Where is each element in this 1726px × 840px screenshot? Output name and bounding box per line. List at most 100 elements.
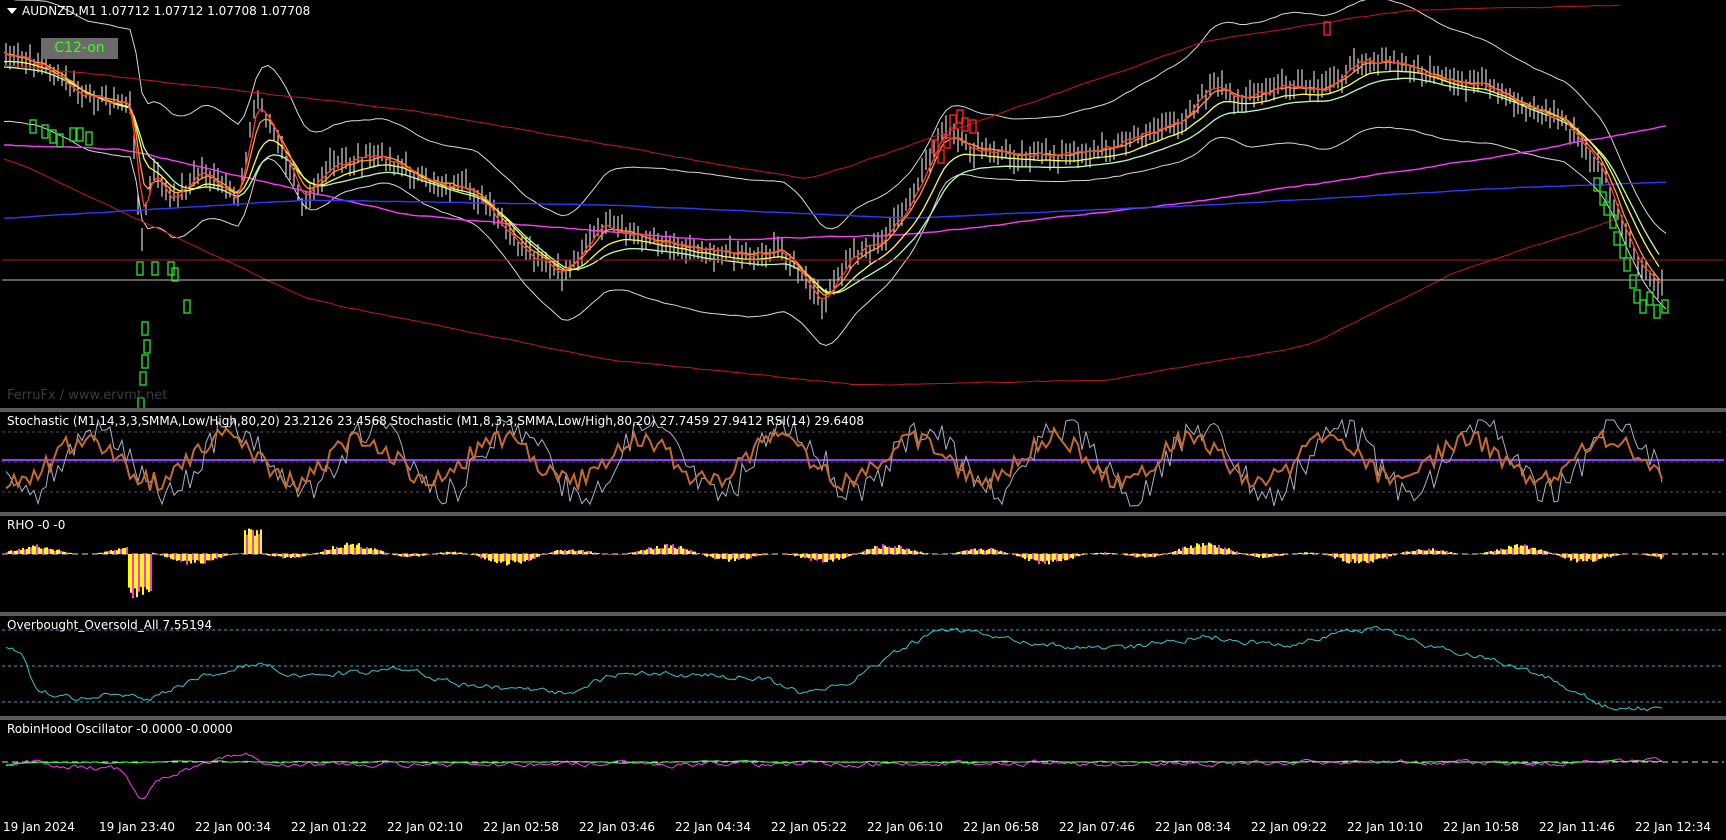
rho-histogram-bar [352, 543, 354, 554]
rho-histogram-bar [714, 554, 716, 560]
chart-menu-arrow-icon[interactable] [7, 8, 17, 14]
rho-histogram-bar [320, 552, 322, 554]
rho-histogram-bar [1200, 546, 1202, 554]
time-axis-tick: 22 Jan 01:22 [291, 820, 367, 834]
rho-histogram-bar [1406, 551, 1408, 554]
rho-histogram-bar [982, 549, 984, 554]
rho-histogram-bar [1266, 554, 1268, 558]
rho-histogram-bar [298, 554, 300, 558]
rho-histogram-bar [1240, 553, 1242, 554]
rho-histogram-bar [1260, 554, 1262, 557]
rho-histogram-bar [836, 554, 838, 559]
buy-signal-marker [1629, 274, 1637, 289]
rho-histogram-bar [986, 550, 988, 554]
rho-histogram-bar [416, 554, 418, 556]
price-chart-pane[interactable]: AUDNZD,M1 1.07712 1.07712 1.07708 1.0770… [2, 0, 1724, 408]
rho-histogram-bar [1082, 554, 1084, 555]
overbought-oversold-pane[interactable]: Overbought_Oversold_All 7.55194 [2, 616, 1724, 716]
rho-histogram-bar [442, 552, 444, 554]
rho-histogram-bar [1042, 554, 1044, 562]
rho-histogram-bar [1098, 553, 1100, 554]
rho-histogram-bar [106, 551, 108, 554]
rho-histogram-bar [1386, 554, 1388, 560]
time-axis-tick: 22 Jan 06:10 [867, 820, 943, 834]
rho-histogram-bar [1224, 547, 1226, 554]
rho-histogram-bar [1350, 554, 1352, 563]
rho-histogram-bar [1032, 554, 1034, 560]
rho-histogram-bar [1126, 554, 1128, 556]
rho-histogram-bar [50, 549, 52, 554]
rho-histogram-bar [22, 547, 24, 554]
rho-histogram-bar [16, 550, 18, 554]
rho-histogram-bar [1566, 554, 1568, 558]
rho-histogram-bar [58, 549, 60, 554]
robinhood-oscillator-pane[interactable]: RobinHood Oscillator -0.0000 -0.0000 [2, 720, 1724, 812]
rho-histogram-bar [482, 554, 484, 558]
rho-histogram-bar [378, 550, 380, 554]
rho-histogram-bar [1336, 554, 1338, 558]
rho-histogram-bar [1614, 554, 1616, 557]
rho-histogram-bar [892, 548, 894, 554]
rho-histogram-bar [924, 553, 926, 554]
rho-histogram-bar [1504, 549, 1506, 554]
rho-histogram-bar [652, 549, 654, 554]
rho-histogram-bar [102, 552, 104, 554]
rho-histogram-bar [1522, 545, 1524, 554]
rho-histogram-bar [522, 554, 524, 561]
rho-histogram-bar [1026, 554, 1028, 558]
rho-histogram-bar [1256, 554, 1258, 558]
rho-histogram-bar [318, 552, 320, 554]
rho-histogram-bar [502, 554, 504, 562]
rho-histogram-bar [1060, 554, 1062, 562]
rho-histogram-bar [1616, 554, 1618, 556]
rho-histogram-bar [966, 550, 968, 554]
rho-pane[interactable]: RHO -0 -0 [2, 516, 1724, 612]
rho-histogram-bar [954, 552, 956, 554]
rho-histogram-bar [746, 554, 748, 560]
rho-histogram-bar [518, 554, 520, 563]
rho-histogram-bar [1310, 552, 1312, 554]
rho-histogram-bar [1234, 552, 1236, 554]
rho-histogram-bar [1328, 554, 1330, 556]
rho-histogram-bar [24, 549, 26, 554]
rho-histogram-bar [1262, 554, 1264, 559]
rho-histogram-bar [1486, 551, 1488, 554]
rho-histogram-bar [666, 543, 668, 554]
rho-histogram-bar [922, 552, 924, 554]
rho-histogram-bar [1150, 554, 1152, 557]
rho-histogram-bar [1508, 545, 1510, 554]
rho-histogram-bar [910, 550, 912, 554]
rho-histogram-bar [800, 554, 802, 558]
rho-histogram-bar [1540, 549, 1542, 554]
rho-histogram-bar [350, 544, 352, 554]
stochastic-pane[interactable]: Stochastic (M1,14,3,3,SMMA,Low/High,80,2… [2, 412, 1724, 512]
rho-histogram-bar [538, 554, 540, 557]
rho-histogram-bar [876, 546, 878, 554]
rho-histogram-bar [898, 545, 900, 554]
rho-histogram-bar [250, 529, 252, 554]
rho-histogram-bar [30, 547, 32, 554]
rho-histogram-bar [1564, 554, 1566, 559]
rho-histogram-bar [814, 554, 816, 560]
rho-histogram-bar [914, 550, 916, 554]
rho-histogram-bar [708, 554, 710, 557]
rho-histogram-bar [354, 547, 356, 554]
rho-histogram-bar [554, 550, 556, 554]
rho-histogram-bar [894, 546, 896, 554]
rho-histogram-bar [1484, 552, 1486, 554]
rho-histogram-bar [1432, 548, 1434, 554]
rho-histogram-bar [1576, 554, 1578, 563]
rho-histogram-bar [862, 551, 864, 554]
rho-histogram-bar [726, 554, 728, 560]
rho-histogram-bar [978, 549, 980, 554]
rho-histogram-bar [276, 554, 278, 557]
rho-histogram-bar [420, 554, 422, 556]
rho-histogram-bar [1620, 554, 1622, 555]
rho-histogram-bar [904, 549, 906, 554]
rho-histogram-bar [630, 552, 632, 554]
rho-histogram-bar [228, 554, 230, 556]
rho-histogram-bar [460, 552, 462, 554]
rho-histogram-bar [682, 548, 684, 554]
rho-histogram-bar [520, 554, 522, 564]
rho-histogram-bar [1416, 549, 1418, 554]
